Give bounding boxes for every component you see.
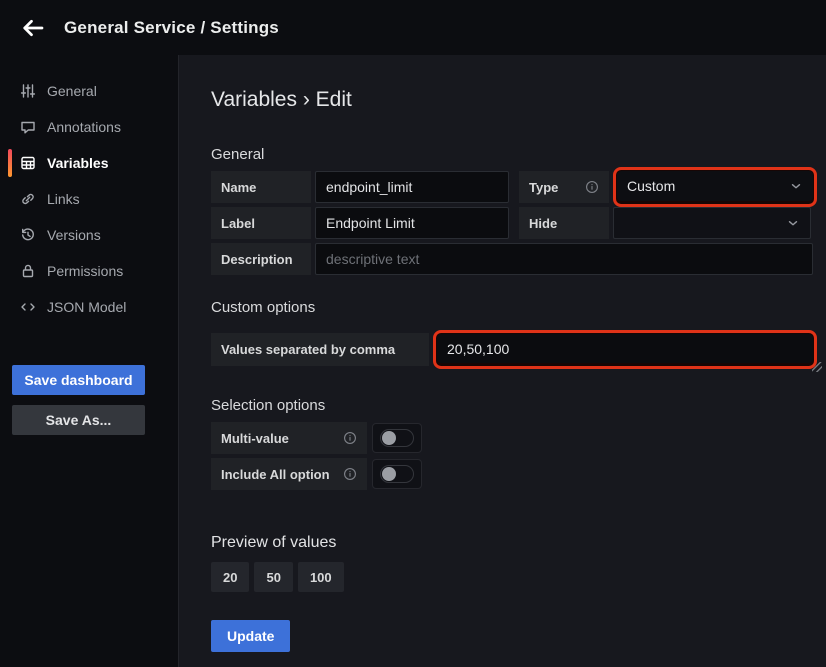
selection-options-section: Selection options Multi-value Include Al bbox=[211, 397, 817, 490]
page-header: General Service / Settings bbox=[0, 0, 826, 55]
sidebar-item-general[interactable]: General bbox=[0, 73, 178, 109]
settings-sidebar: General Annotations Variables Links bbox=[0, 55, 178, 667]
toggle-knob bbox=[382, 431, 396, 445]
page-title: Variables › Edit bbox=[211, 88, 817, 112]
sidebar-item-label: Permissions bbox=[47, 263, 123, 279]
custom-options-heading: Custom options bbox=[211, 299, 817, 316]
sidebar-item-json-model[interactable]: JSON Model bbox=[0, 289, 178, 325]
info-circle-icon[interactable] bbox=[343, 431, 357, 445]
page-header-title: General Service / Settings bbox=[64, 18, 279, 38]
preview-value-chip: 20 bbox=[211, 562, 249, 592]
sidebar-item-label: Links bbox=[47, 191, 80, 207]
name-input[interactable] bbox=[315, 171, 509, 203]
sidebar-item-label: Versions bbox=[47, 227, 101, 243]
lock-icon bbox=[20, 263, 36, 279]
multi-value-toggle[interactable] bbox=[372, 423, 422, 453]
sidebar-actions: Save dashboard Save As... bbox=[0, 365, 178, 435]
values-label: Values separated by comma bbox=[211, 333, 429, 366]
sidebar-item-variables[interactable]: Variables bbox=[0, 145, 178, 181]
history-icon bbox=[20, 227, 36, 243]
info-circle-icon[interactable] bbox=[343, 467, 357, 481]
sidebar-item-label: General bbox=[47, 83, 97, 99]
include-all-toggle[interactable] bbox=[372, 459, 422, 489]
custom-options-section: Custom options Values separated by comma… bbox=[211, 299, 817, 369]
update-button[interactable]: Update bbox=[211, 620, 290, 652]
include-all-label: Include All option bbox=[211, 458, 367, 490]
multi-value-row: Multi-value bbox=[211, 422, 817, 454]
toggle-knob bbox=[382, 467, 396, 481]
variables-edit-panel: Variables › Edit General Name Type Custo… bbox=[178, 55, 826, 667]
multi-value-label: Multi-value bbox=[211, 422, 367, 454]
type-label: Type bbox=[519, 171, 609, 203]
label-label: Label bbox=[211, 207, 311, 239]
link-icon bbox=[20, 191, 36, 207]
sidebar-item-permissions[interactable]: Permissions bbox=[0, 253, 178, 289]
description-label: Description bbox=[211, 243, 311, 275]
preview-section: Preview of values 20 50 100 bbox=[211, 534, 817, 592]
description-input[interactable] bbox=[315, 243, 813, 275]
general-section-heading: General bbox=[211, 146, 817, 163]
arrow-left-icon bbox=[21, 16, 45, 40]
sidebar-item-label: JSON Model bbox=[47, 299, 126, 315]
type-select-highlight: Custom bbox=[613, 167, 817, 207]
name-type-row: Name Type Custom bbox=[211, 171, 817, 203]
code-icon bbox=[20, 299, 36, 315]
hide-select[interactable] bbox=[613, 207, 811, 239]
sidebar-item-annotations[interactable]: Annotations bbox=[0, 109, 178, 145]
selection-options-heading: Selection options bbox=[211, 397, 817, 414]
hide-label: Hide bbox=[519, 207, 609, 239]
sidebar-item-label: Variables bbox=[47, 155, 109, 171]
back-button[interactable] bbox=[16, 11, 50, 45]
resize-handle[interactable] bbox=[812, 362, 822, 372]
save-as-button[interactable]: Save As... bbox=[12, 405, 145, 435]
type-select[interactable]: Custom bbox=[617, 171, 813, 201]
values-input-highlight: 20,50,100 bbox=[433, 330, 817, 369]
preview-value-chip: 50 bbox=[254, 562, 292, 592]
sidebar-item-links[interactable]: Links bbox=[0, 181, 178, 217]
include-all-row: Include All option bbox=[211, 458, 817, 490]
preview-values: 20 50 100 bbox=[211, 562, 817, 592]
sliders-icon bbox=[20, 83, 36, 99]
save-dashboard-button[interactable]: Save dashboard bbox=[12, 365, 145, 395]
sidebar-item-label: Annotations bbox=[47, 119, 121, 135]
comment-icon bbox=[20, 119, 36, 135]
preview-heading: Preview of values bbox=[211, 534, 817, 552]
description-row: Description bbox=[211, 243, 817, 275]
sidebar-item-versions[interactable]: Versions bbox=[0, 217, 178, 253]
values-row: Values separated by comma 20,50,100 bbox=[211, 330, 817, 369]
chevron-down-icon bbox=[786, 216, 800, 230]
dashboard-settings-page: General Service / Settings General Annot… bbox=[0, 0, 826, 667]
label-hide-row: Label Hide bbox=[211, 207, 817, 239]
label-input[interactable] bbox=[315, 207, 509, 239]
name-label: Name bbox=[211, 171, 311, 203]
chevron-down-icon bbox=[789, 179, 803, 193]
table-icon bbox=[20, 155, 36, 171]
info-circle-icon[interactable] bbox=[585, 180, 599, 194]
values-input[interactable]: 20,50,100 bbox=[437, 334, 813, 363]
preview-value-chip: 100 bbox=[298, 562, 344, 592]
